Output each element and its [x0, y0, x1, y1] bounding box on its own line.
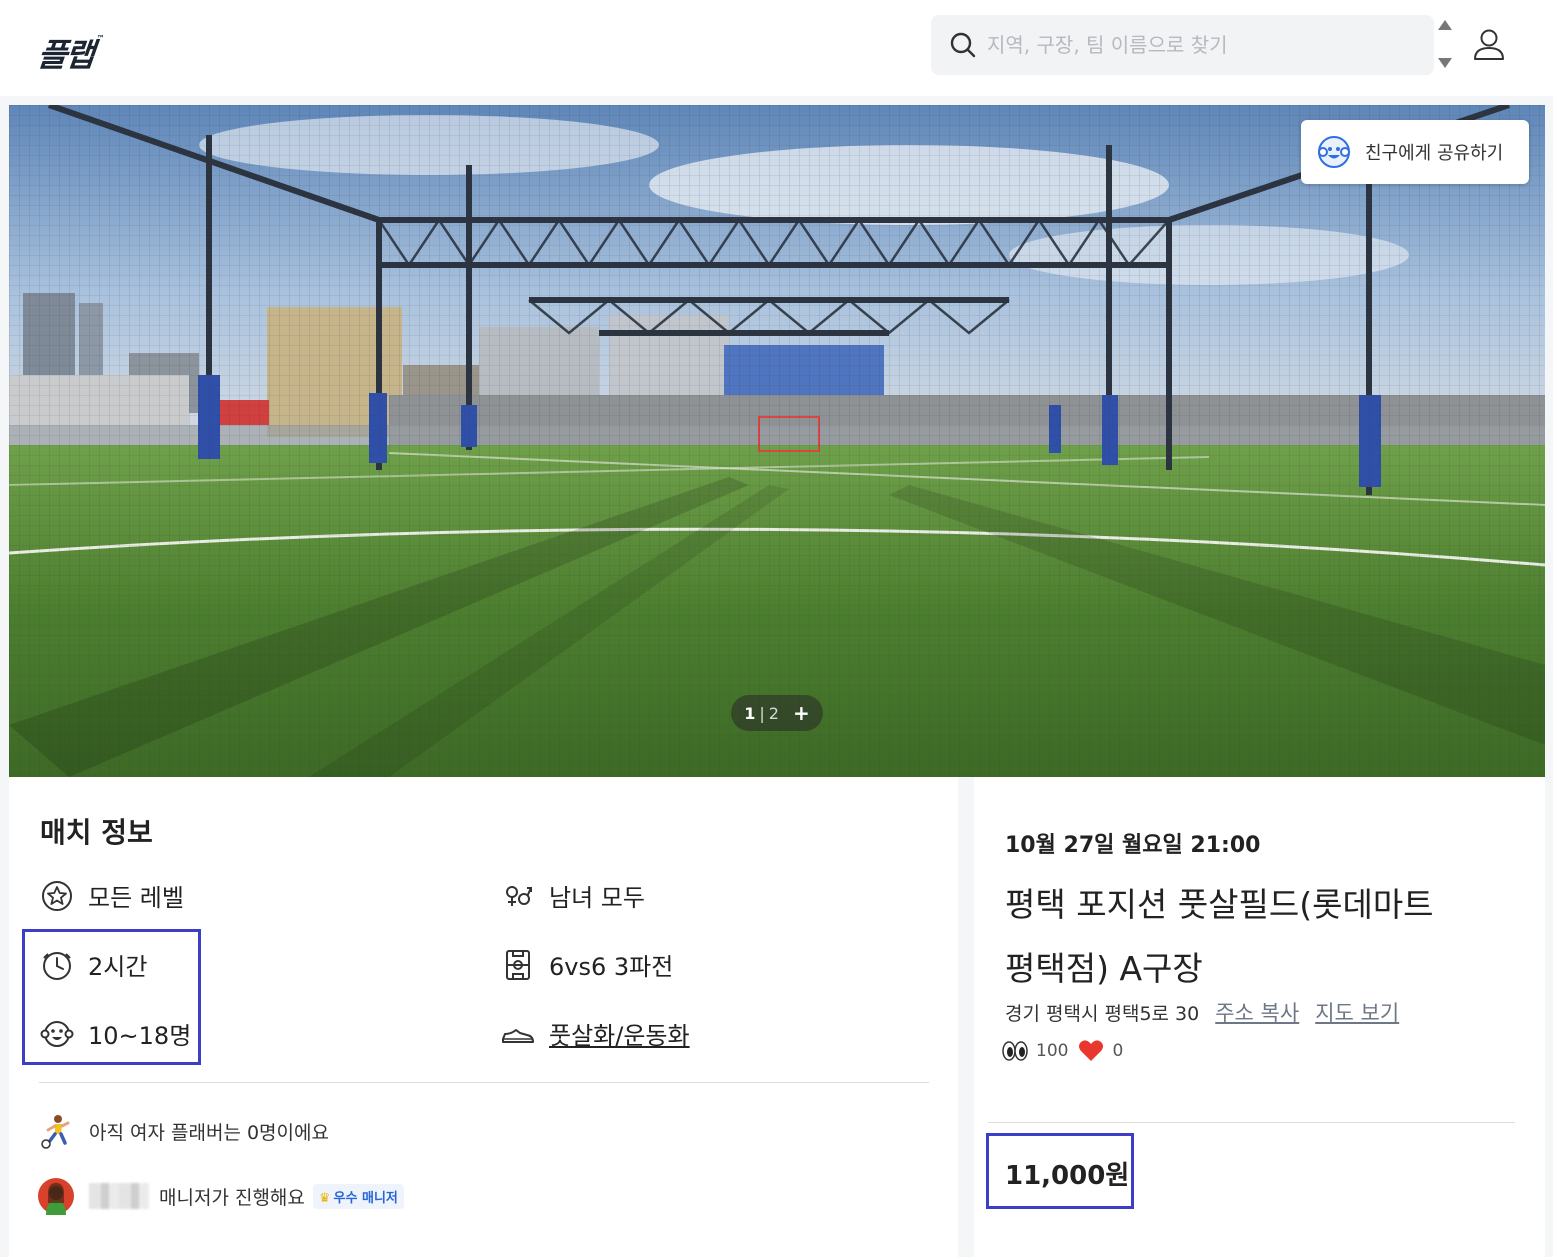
manager-note: 매니저가 진행해요 ♛ 우수 매니저 — [37, 1177, 404, 1215]
manager-badge-text: 우수 매니저 — [333, 1190, 398, 1206]
card-divider — [988, 1122, 1515, 1123]
user-profile-icon[interactable] — [1470, 26, 1508, 64]
stadium-photo-illustration — [9, 105, 1545, 777]
feature-level: 모든 레벨 — [40, 878, 184, 913]
scroll-down-icon[interactable] — [1438, 58, 1452, 68]
friends-face-icon — [1318, 136, 1350, 168]
crown-icon: ♛ — [318, 1190, 331, 1206]
manager-note-text: 매니저가 진행해요 — [159, 1186, 305, 1209]
pager-separator: | — [759, 703, 765, 723]
copy-address-link[interactable]: 주소 복사 — [1215, 997, 1299, 1027]
feature-gender: 남녀 모두 — [501, 878, 645, 913]
highlight-box-duration-players — [22, 929, 201, 1065]
pager-total: 2 — [768, 703, 779, 723]
stadium-photo[interactable]: 친구에게 공유하기 1 | 2 + — [9, 105, 1545, 777]
feature-format: 6vs6 3파전 — [501, 947, 673, 982]
match-info-heading: 매치 정보 — [40, 816, 153, 849]
share-button-label: 친구에게 공유하기 — [1365, 143, 1504, 164]
match-datetime: 10월 27일 월요일 21:00 — [1005, 833, 1261, 858]
search-bar[interactable] — [931, 15, 1434, 75]
match-info-panel: 매치 정보 모든 레벨 남녀 모두 2시간 6vs6 3파전 10~18명 풋살… — [9, 777, 958, 1257]
view-map-link[interactable]: 지도 보기 — [1315, 997, 1399, 1027]
female-player-note: 아직 여자 플래버는 0명이에요 — [37, 1112, 329, 1150]
likes-count: 0 — [1112, 1041, 1124, 1061]
shoes-link[interactable]: 풋살화/운동화 — [549, 1016, 690, 1051]
eyes-icon — [1002, 1041, 1028, 1061]
views-count: 100 — [1036, 1041, 1069, 1061]
scroll-up-icon[interactable] — [1438, 20, 1452, 30]
gender-icon — [506, 885, 532, 906]
pager-current: 1 — [744, 703, 756, 723]
manager-name-blurred — [89, 1183, 149, 1209]
info-divider — [39, 1082, 929, 1083]
pager-expand-icon[interactable]: + — [793, 701, 810, 725]
stadium-title: 평택 포지션 풋살필드(롯데마트 평택점) A구장 — [1005, 873, 1505, 1001]
scroll-stepper[interactable] — [1436, 18, 1454, 72]
highlight-box-price — [986, 1133, 1134, 1209]
address-text: 경기 평택시 평택5로 30 — [1005, 1002, 1200, 1025]
match-stats: 100 0 — [1002, 1039, 1123, 1063]
manager-avatar[interactable] — [37, 1177, 75, 1215]
shoe-icon — [502, 1028, 534, 1043]
feature-format-text: 6vs6 3파전 — [549, 953, 674, 981]
search-input[interactable] — [987, 25, 1417, 65]
logo-tm: ™ — [95, 34, 103, 43]
feature-gender-text: 남녀 모두 — [549, 884, 645, 912]
stadium-address: 경기 평택시 평택5로 30 주소 복사 지도 보기 — [1005, 997, 1399, 1027]
soccer-player-icon — [41, 1115, 70, 1149]
plab-logo[interactable]: 플랩™ — [35, 30, 103, 76]
heart-icon[interactable] — [1078, 1039, 1104, 1063]
feature-level-text: 모든 레벨 — [88, 884, 184, 912]
match-summary-card: 10월 27일 월요일 21:00 평택 포지션 풋살필드(롯데마트 평택점) … — [974, 777, 1545, 1257]
stadium-title-line2: 평택점) A구장 — [1005, 949, 1203, 988]
manager-badge: ♛ 우수 매니저 — [312, 1183, 404, 1209]
top-header: 플랩™ — [0, 0, 1553, 96]
female-note-text: 아직 여자 플래버는 0명이에요 — [89, 1121, 329, 1144]
stadium-title-line1: 평택 포지션 풋살필드(롯데마트 — [1005, 885, 1434, 924]
pitch-icon — [506, 949, 530, 980]
feature-shoes[interactable]: 풋살화/운동화 — [501, 1016, 690, 1051]
logo-text: 플랩 — [35, 36, 95, 74]
photo-pager[interactable]: 1 | 2 + — [731, 695, 823, 731]
search-icon — [950, 32, 976, 58]
star-badge-icon — [42, 880, 72, 911]
share-button[interactable]: 친구에게 공유하기 — [1301, 120, 1529, 184]
